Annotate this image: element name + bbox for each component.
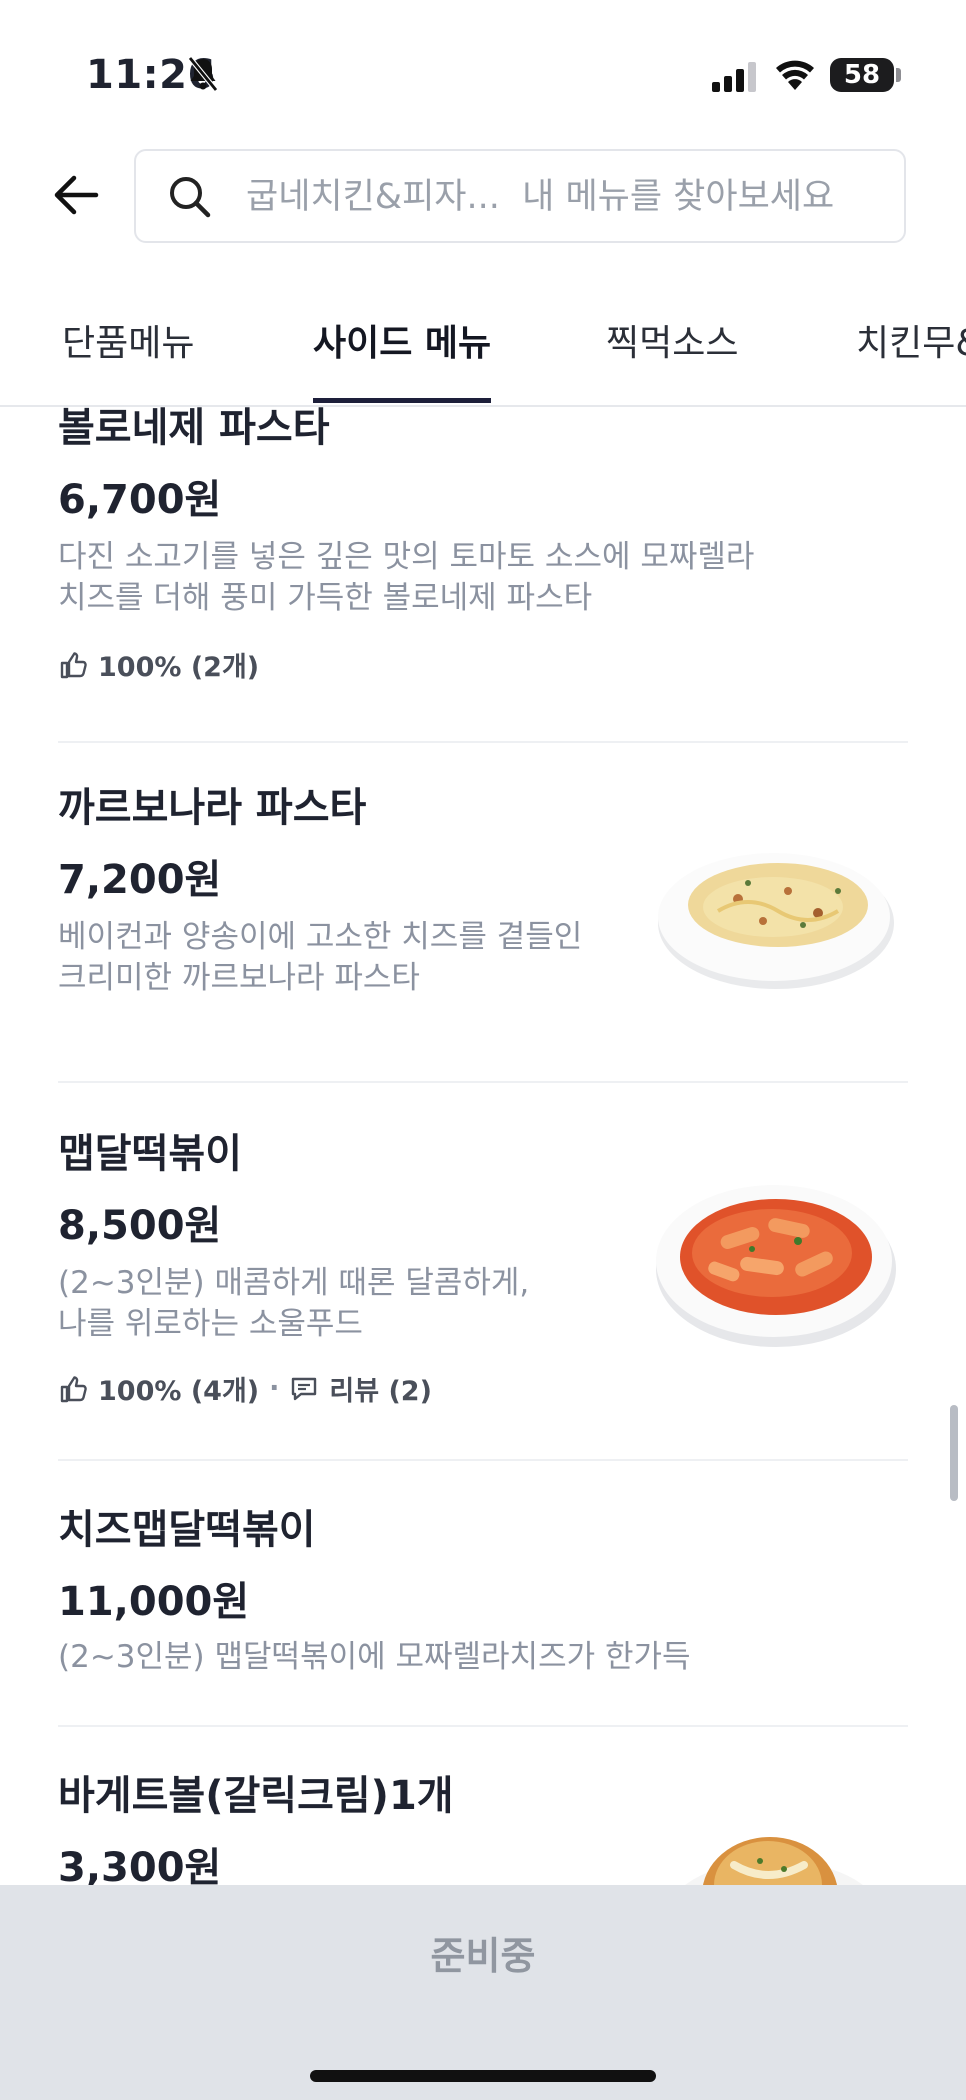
carbonara-pasta-icon bbox=[658, 853, 894, 989]
active-tab-indicator bbox=[313, 398, 491, 403]
description-line: (2~3인분) 매콤하게 때론 달콤하게, bbox=[58, 1265, 530, 1301]
menu-item-tteokbokki[interactable]: 맵달떡볶이 8,500원 (2~3인분) 매콤하게 때론 달콤하게, 나를 위로… bbox=[58, 1081, 908, 1461]
menu-item-cheese-tteokbokki[interactable]: 치즈맵달떡볶이 11,000원 (2~3인분) 맵달떡볶이에 모짜렐라치즈가 한… bbox=[58, 1459, 908, 1727]
menu-item-description: 다진 소고기를 넣은 깊은 맛의 토마토 소스에 모짜렐라 치즈를 더해 풍미 … bbox=[58, 537, 818, 619]
menu-item-price: 8,500원 bbox=[58, 1203, 222, 1249]
menu-item-name: 볼로네제 파스타 bbox=[58, 405, 330, 451]
menu-item-bolognese[interactable]: 볼로네제 파스타 6,700원 다진 소고기를 넣은 깊은 맛의 토마토 소스에… bbox=[58, 405, 908, 743]
scrollbar[interactable] bbox=[950, 1405, 958, 1501]
menu-item-price: 7,200원 bbox=[58, 857, 222, 903]
home-indicator[interactable] bbox=[310, 2070, 656, 2082]
menu-item-name: 까르보나라 파스타 bbox=[58, 785, 367, 831]
menu-item-name: 맵달떡볶이 bbox=[58, 1131, 242, 1177]
status-bar: 11:26 58 bbox=[0, 0, 966, 140]
tteokbokki-icon bbox=[656, 1185, 896, 1347]
description-line: (2~3인분) 맵달떡볶이에 모짜렐라치즈가 한가득 bbox=[58, 1639, 691, 1675]
menu-item-name: 치즈맵달떡볶이 bbox=[58, 1507, 316, 1553]
garlic-bread-icon bbox=[685, 1837, 863, 1885]
tab-chicken-radish[interactable]: 치킨무& bbox=[856, 314, 966, 366]
tab-dipping-sauce[interactable]: 찍먹소스 bbox=[606, 314, 738, 366]
tab-single-menu[interactable]: 단품메뉴 bbox=[62, 314, 194, 366]
menu-item-description: 베이컨과 양송이에 고소한 치즈를 곁들인 크리미한 까르보나라 파스타 bbox=[58, 917, 618, 999]
menu-item-rating: 100% (2개) bbox=[58, 645, 259, 684]
menu-item-price: 3,300원 bbox=[58, 1845, 222, 1885]
bottom-action-bar: 준비중 bbox=[0, 1885, 966, 2100]
rating-text: 100% (4개) bbox=[98, 1376, 260, 1407]
description-line: 치즈를 더해 풍미 가득한 볼로네제 파스타 bbox=[58, 580, 593, 616]
wifi-icon bbox=[776, 60, 814, 90]
battery-indicator: 58 bbox=[830, 58, 894, 92]
description-line: 베이컨과 양송이에 고소한 치즈를 곁들인 bbox=[58, 919, 583, 955]
silent-bell-icon bbox=[188, 56, 218, 92]
thumbs-up-icon bbox=[60, 651, 87, 678]
menu-item-description: (2~3인분) 매콤하게 때론 달콤하게, 나를 위로하는 소울푸드 bbox=[58, 1263, 618, 1345]
menu-item-description: (2~3인분) 맵달떡볶이에 모짜렐라치즈가 한가득 bbox=[58, 1637, 858, 1678]
review-count[interactable]: 리뷰 (2) bbox=[329, 1369, 432, 1408]
thumbs-up-icon bbox=[60, 1375, 87, 1402]
rating-text: 100% (2개) bbox=[98, 652, 260, 683]
back-arrow-icon[interactable] bbox=[52, 170, 102, 220]
description-line: 나를 위로하는 소울푸드 bbox=[58, 1306, 363, 1342]
preparing-status-button: 준비중 bbox=[430, 1934, 536, 1978]
search-icon bbox=[170, 177, 211, 218]
cellular-signal-icon bbox=[712, 62, 756, 92]
tab-side-menu[interactable]: 사이드 메뉴 bbox=[313, 314, 491, 366]
review-comment-icon bbox=[292, 1377, 317, 1400]
meta-separator: · bbox=[269, 1373, 280, 1404]
menu-item-baguette-ball[interactable]: 바게트볼(갈릭크림)1개 3,300원 bbox=[58, 1725, 908, 1885]
search-box[interactable] bbox=[134, 149, 906, 243]
menu-item-carbonara[interactable]: 까르보나라 파스타 7,200원 베이컨과 양송이에 고소한 치즈를 곁들인 크… bbox=[58, 741, 908, 1083]
category-tabs: 단품메뉴 사이드 메뉴 찍먹소스 치킨무& bbox=[0, 290, 966, 407]
battery-cap bbox=[896, 68, 901, 82]
menu-item-name: 바게트볼(갈릭크림)1개 bbox=[58, 1773, 454, 1819]
description-line: 크리미한 까르보나라 파스타 bbox=[58, 960, 420, 996]
menu-item-price: 11,000원 bbox=[58, 1579, 250, 1625]
menu-item-rating: 100% (4개) · 리뷰 (2) bbox=[58, 1369, 432, 1408]
description-line: 다진 소고기를 넣은 깊은 맛의 토마토 소스에 모짜렐라 bbox=[58, 539, 755, 575]
menu-item-price: 6,700원 bbox=[58, 477, 222, 523]
search-input[interactable] bbox=[246, 169, 886, 225]
menu-list: 볼로네제 파스타 6,700원 다진 소고기를 넣은 깊은 맛의 토마토 소스에… bbox=[0, 405, 966, 1885]
